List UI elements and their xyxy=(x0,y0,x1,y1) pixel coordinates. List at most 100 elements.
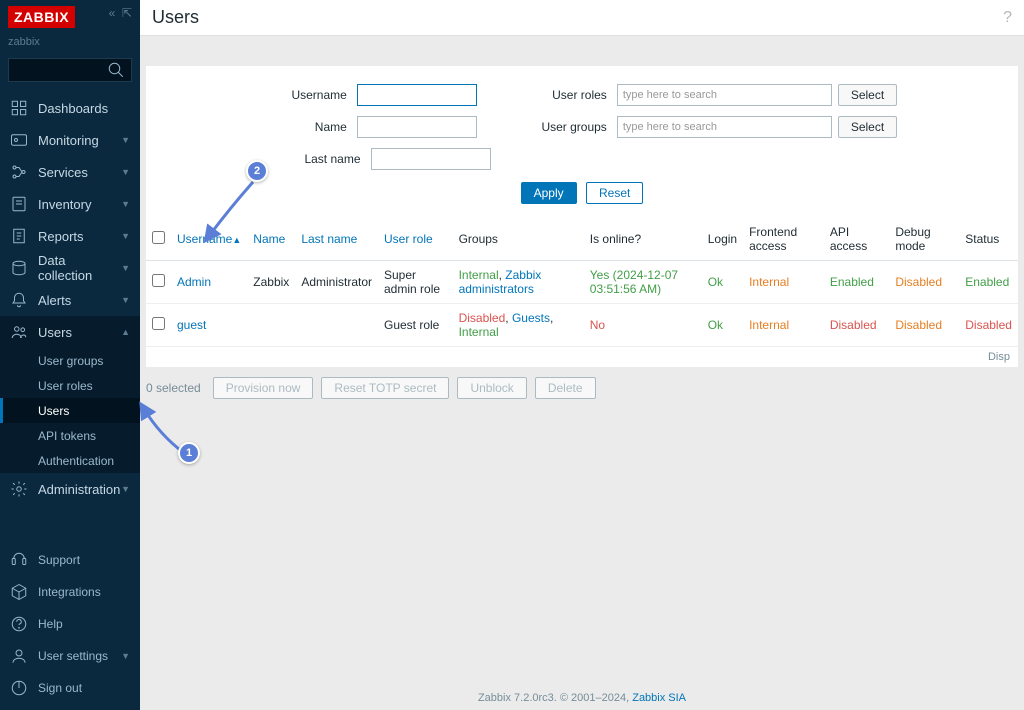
main: Users ? Username User roles type here to… xyxy=(140,0,1024,710)
nav-support[interactable]: Support xyxy=(0,544,140,576)
nav-inventory[interactable]: Inventory ▼ xyxy=(0,188,140,220)
nav-user-roles[interactable]: User roles xyxy=(0,373,140,398)
table-row: guestGuest roleDisabled, Guests, Interna… xyxy=(146,304,1018,347)
provision-button[interactable]: Provision now xyxy=(213,377,314,399)
col-api: API access xyxy=(824,218,889,261)
nav-sign-out[interactable]: Sign out xyxy=(0,672,140,704)
reset-totp-button[interactable]: Reset TOTP secret xyxy=(321,377,449,399)
usergroups-select-button[interactable]: Select xyxy=(838,116,897,138)
nav-label: Administration xyxy=(38,482,120,497)
nav-label: Dashboards xyxy=(38,101,108,116)
nav-integrations[interactable]: Integrations xyxy=(0,576,140,608)
help-icon xyxy=(10,615,28,633)
nav-label: User settings xyxy=(38,649,108,663)
reports-icon xyxy=(10,227,28,245)
nav-label: Services xyxy=(38,165,88,180)
logo[interactable]: ZABBIX xyxy=(8,6,75,28)
apply-button[interactable]: Apply xyxy=(521,182,577,204)
userroles-input[interactable]: type here to search xyxy=(617,84,832,106)
col-userrole[interactable]: User role xyxy=(378,218,453,261)
row-checkbox[interactable] xyxy=(152,317,165,330)
delete-button[interactable]: Delete xyxy=(535,377,596,399)
server-name: zabbix xyxy=(0,34,140,54)
signout-icon xyxy=(10,679,28,697)
username-link[interactable]: guest xyxy=(177,318,206,332)
nav-label: Reports xyxy=(38,229,84,244)
nav-data-collection[interactable]: Data collection ▼ xyxy=(0,252,140,284)
col-lastname[interactable]: Last name xyxy=(295,218,378,261)
services-icon xyxy=(10,163,28,181)
nav-dashboards[interactable]: Dashboards xyxy=(0,92,140,124)
annotation-badge-2: 2 xyxy=(246,160,268,182)
nav-user-settings[interactable]: User settings ▼ xyxy=(0,640,140,672)
cell-api: Enabled xyxy=(824,261,889,304)
support-icon xyxy=(10,551,28,569)
cell-online: No xyxy=(584,304,702,347)
users-icon xyxy=(10,323,28,341)
row-checkbox[interactable] xyxy=(152,274,165,287)
group-link[interactable]: Guests xyxy=(512,311,550,325)
page-header: Users ? xyxy=(140,0,1024,36)
table-header-row: Username▲ Name Last name User role Group… xyxy=(146,218,1018,261)
nav-label: Inventory xyxy=(38,197,91,212)
table-row: AdminZabbixAdministratorSuper admin role… xyxy=(146,261,1018,304)
collapse-icon[interactable]: « ⇱ xyxy=(109,6,132,20)
username-input[interactable] xyxy=(357,84,477,106)
page-help-icon[interactable]: ? xyxy=(1003,9,1012,27)
nav-api-tokens[interactable]: API tokens xyxy=(0,423,140,448)
integrations-icon xyxy=(10,583,28,601)
userroles-select-button[interactable]: Select xyxy=(838,84,897,106)
nav-bottom: Support Integrations Help User settings … xyxy=(0,544,140,710)
user-icon xyxy=(10,647,28,665)
select-all-checkbox[interactable] xyxy=(152,231,165,244)
monitoring-icon xyxy=(10,131,28,149)
cell-status: Disabled xyxy=(959,304,1018,347)
footer-link[interactable]: Zabbix SIA xyxy=(632,692,686,704)
nav-users-sub[interactable]: Users xyxy=(0,398,140,423)
cell-frontend: Internal xyxy=(743,261,824,304)
col-debug: Debug mode xyxy=(889,218,959,261)
col-online: Is online? xyxy=(584,218,702,261)
cell-login: Ok xyxy=(702,261,743,304)
users-table: Username▲ Name Last name User role Group… xyxy=(146,218,1018,347)
nav-users-submenu: User groups User roles Users API tokens … xyxy=(0,348,140,473)
action-bar: 0 selected Provision now Reset TOTP secr… xyxy=(140,367,1024,409)
page-footer: Zabbix 7.2.0rc3. © 2001–2024, Zabbix SIA xyxy=(140,692,1024,704)
usergroups-input[interactable]: type here to search xyxy=(617,116,832,138)
content: Username User roles type here to search … xyxy=(140,36,1024,710)
cell-lastname xyxy=(295,304,378,347)
cell-name: Zabbix xyxy=(247,261,295,304)
nav-label: Support xyxy=(38,553,80,567)
cell-name xyxy=(247,304,295,347)
unblock-button[interactable]: Unblock xyxy=(457,377,526,399)
cell-status: Enabled xyxy=(959,261,1018,304)
inventory-icon xyxy=(10,195,28,213)
search-icon xyxy=(107,61,125,79)
search-input[interactable] xyxy=(8,58,132,82)
col-status: Status xyxy=(959,218,1018,261)
chevron-down-icon: ▼ xyxy=(121,295,130,305)
nav-alerts[interactable]: Alerts ▼ xyxy=(0,284,140,316)
nav-administration[interactable]: Administration ▼ xyxy=(0,473,140,505)
nav-reports[interactable]: Reports ▼ xyxy=(0,220,140,252)
nav-authentication[interactable]: Authentication xyxy=(0,448,140,473)
username-link[interactable]: Admin xyxy=(177,275,211,289)
cell-login: Ok xyxy=(702,304,743,347)
nav-label: Users xyxy=(38,325,72,340)
nav-users[interactable]: Users ▲ xyxy=(0,316,140,348)
cell-debug: Disabled xyxy=(889,304,959,347)
nav: Dashboards Monitoring ▼ Services ▼ Inven… xyxy=(0,92,140,544)
name-input[interactable] xyxy=(357,116,477,138)
nav-monitoring[interactable]: Monitoring ▼ xyxy=(0,124,140,156)
sidebar-header: ZABBIX « ⇱ xyxy=(0,0,140,34)
nav-help[interactable]: Help xyxy=(0,608,140,640)
nav-label: Sign out xyxy=(38,681,82,695)
nav-services[interactable]: Services ▼ xyxy=(0,156,140,188)
annotation-badge-1: 1 xyxy=(178,442,200,464)
dashboards-icon xyxy=(10,99,28,117)
nav-user-groups[interactable]: User groups xyxy=(0,348,140,373)
cell-frontend: Internal xyxy=(743,304,824,347)
reset-button[interactable]: Reset xyxy=(586,182,643,204)
cell-groups: Disabled, Guests, Internal xyxy=(453,304,584,347)
lastname-input[interactable] xyxy=(371,148,491,170)
